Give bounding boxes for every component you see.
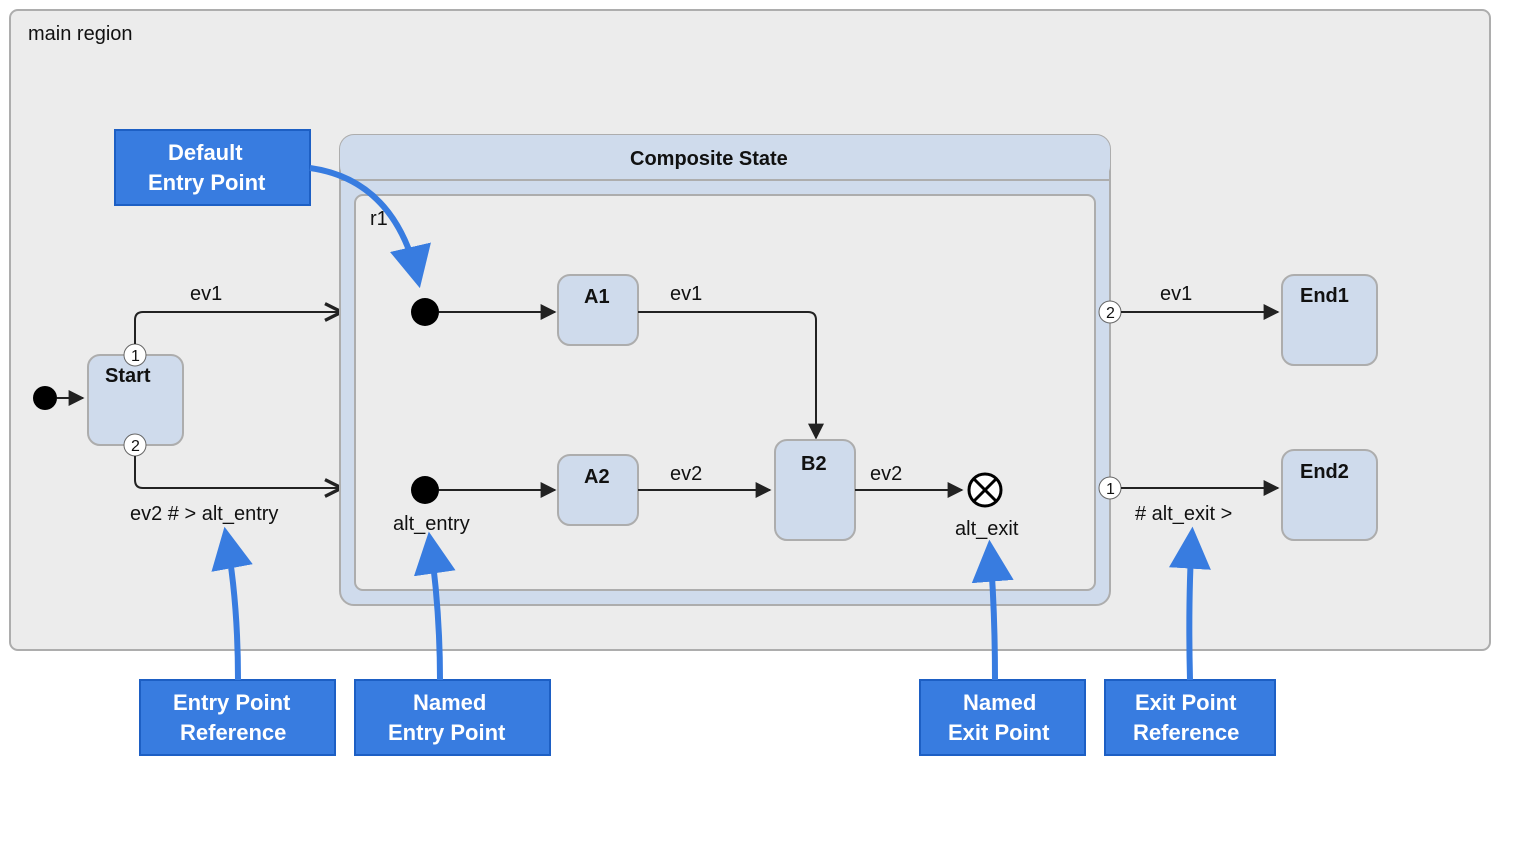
named-exit-label: alt_exit xyxy=(955,518,1019,540)
initial-node-main xyxy=(33,386,57,410)
state-end2-label: End2 xyxy=(1300,461,1349,483)
svg-text:Entry Point: Entry Point xyxy=(173,690,291,715)
composite-state: Composite State r1 A1 ev1 alt_entry A2 e… xyxy=(340,135,1110,605)
svg-text:Exit Point: Exit Point xyxy=(948,720,1050,745)
svg-text:Exit Point: Exit Point xyxy=(1135,690,1237,715)
composite-title: Composite State xyxy=(630,148,788,170)
main-region-title: main region xyxy=(28,23,133,45)
state-a1-label: A1 xyxy=(584,286,610,308)
badge-composite-1-num: 1 xyxy=(1106,481,1115,498)
named-entry-node xyxy=(411,476,439,504)
badge-composite-2-num: 2 xyxy=(1106,305,1115,322)
svg-text:Default: Default xyxy=(168,140,243,165)
svg-text:Entry Point: Entry Point xyxy=(388,720,506,745)
badge-start-2-num: 2 xyxy=(131,438,140,455)
svg-text:Named: Named xyxy=(963,690,1036,715)
named-exit-node xyxy=(969,474,1001,506)
state-b2-label: B2 xyxy=(801,453,827,475)
transition-b2-ev2-label: ev2 xyxy=(870,463,902,485)
transition-composite-ev1-label: ev1 xyxy=(1160,283,1192,305)
badge-start-1-num: 1 xyxy=(131,348,140,365)
transition-composite-altexit-label: # alt_exit > xyxy=(1135,503,1232,525)
transition-a1-ev1-label: ev1 xyxy=(670,283,702,305)
svg-text:Reference: Reference xyxy=(180,720,286,745)
transition-a2-ev2-label: ev2 xyxy=(670,463,702,485)
statechart-diagram: main region Start 1 2 ev1 ev2 # > alt_en… xyxy=(0,0,1530,862)
svg-text:Named: Named xyxy=(413,690,486,715)
state-a2-label: A2 xyxy=(584,466,610,488)
svg-text:Reference: Reference xyxy=(1133,720,1239,745)
named-entry-label: alt_entry xyxy=(393,513,470,535)
state-start-label: Start xyxy=(105,365,151,387)
default-entry-node xyxy=(411,298,439,326)
svg-text:Entry Point: Entry Point xyxy=(148,170,266,195)
state-end1-label: End1 xyxy=(1300,285,1349,307)
transition-start-ev1-label: ev1 xyxy=(190,283,222,305)
transition-start-altentry-label: ev2 # > alt_entry xyxy=(130,503,278,525)
